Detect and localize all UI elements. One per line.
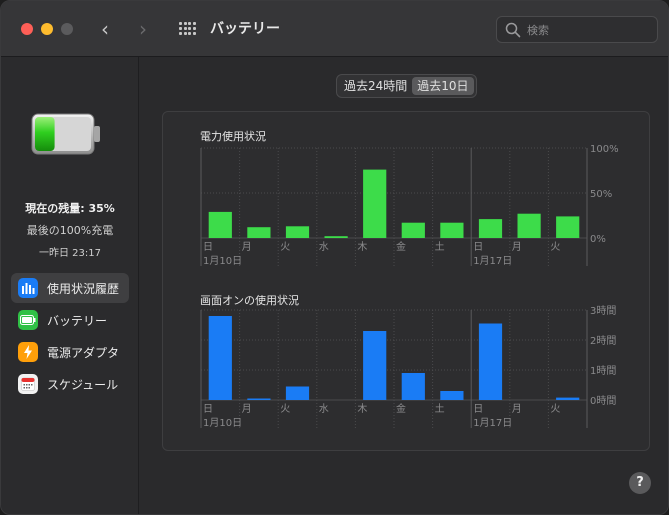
titlebar: ‹ › バッテリー xyxy=(1,1,668,57)
current-charge-label: 現在の残量: 35% xyxy=(25,202,115,215)
bar xyxy=(440,222,464,238)
y-tick-label: 0% xyxy=(590,234,606,245)
y-tick-label: 0時間 xyxy=(590,395,616,407)
y-tick-label: 1時間 xyxy=(590,365,616,377)
battery-level-icon xyxy=(31,113,100,155)
forward-button[interactable]: › xyxy=(139,17,147,41)
bolt-icon xyxy=(18,342,38,362)
bar xyxy=(285,386,310,400)
bar xyxy=(247,398,271,400)
y-tick-label: 100% xyxy=(590,144,619,155)
battery-fill xyxy=(35,117,55,151)
back-button[interactable]: ‹ xyxy=(101,17,109,41)
date-label: 1月17日 xyxy=(473,255,512,267)
x-tick-label: 日 xyxy=(473,242,483,253)
bar xyxy=(478,323,503,400)
bar xyxy=(478,219,503,238)
battery-icon xyxy=(18,310,38,330)
bar xyxy=(556,397,580,400)
bar xyxy=(440,391,464,400)
main-pane: 過去24時間 過去10日 電力使用状況 画面オンの使用状況 0% 50% 100% 日… xyxy=(140,57,668,514)
calendar-icon xyxy=(18,374,38,394)
bar xyxy=(517,213,541,238)
x-tick-label: 金 xyxy=(396,402,406,415)
x-tick-label: 火 xyxy=(280,403,290,415)
segment-last-10-days[interactable]: 過去10日 xyxy=(412,77,474,95)
search-input[interactable] xyxy=(527,21,647,39)
close-window-button[interactable] xyxy=(21,23,33,35)
y-tick-label: 50% xyxy=(590,189,612,200)
minimize-window-button[interactable] xyxy=(41,23,53,35)
bar xyxy=(324,236,348,238)
y-tick-label: 2時間 xyxy=(590,335,616,347)
x-tick-label: 土 xyxy=(435,402,445,415)
x-tick-label: 月 xyxy=(512,403,522,415)
preferences-window: ‹ › バッテリー 検索 現在の残量: 35% 最後の100%充電 一昨日 23… xyxy=(0,0,669,515)
x-tick-label: 木 xyxy=(357,403,367,415)
bar xyxy=(247,227,271,238)
bar xyxy=(401,373,425,400)
bar xyxy=(401,222,425,238)
x-tick-label: 月 xyxy=(242,403,252,415)
bar xyxy=(208,211,232,238)
sidebar: 現在の残量: 35% 最後の100%充電 一昨日 23:17 使用状況履歴 バッ… xyxy=(1,57,139,514)
charge-info: 現在の残量: 35% 最後の100%充電 一昨日 23:17 xyxy=(1,200,139,259)
x-tick-label: 金 xyxy=(396,240,406,253)
search-icon xyxy=(505,22,521,38)
date-label: 1月17日 xyxy=(473,417,512,429)
sidebar-item-label: スケジュール xyxy=(47,377,119,392)
x-tick-label: 日 xyxy=(473,404,483,415)
y-tick-label: 3時間 xyxy=(590,305,616,317)
x-tick-label: 木 xyxy=(357,241,367,253)
x-tick-label: 水 xyxy=(319,241,329,253)
sidebar-item-power-adapter[interactable]: 電源アダプタ xyxy=(11,337,129,367)
last-full-charge-label: 最後の100%充電 xyxy=(26,224,114,237)
bar xyxy=(285,226,310,238)
time-range-segmented-control: 過去24時間 過去10日 xyxy=(336,74,477,98)
sidebar-item-schedule[interactable]: スケジュール xyxy=(11,369,129,399)
bar-chart-icon xyxy=(18,278,38,298)
window-title: バッテリー xyxy=(210,21,280,37)
x-tick-label: 火 xyxy=(550,403,560,415)
bar xyxy=(208,316,232,400)
help-button[interactable]: ? xyxy=(629,472,651,494)
search-box[interactable] xyxy=(496,16,658,43)
sidebar-item-battery[interactable]: バッテリー xyxy=(11,305,129,335)
bar xyxy=(363,169,387,238)
show-all-grid-icon[interactable] xyxy=(179,22,196,36)
x-tick-label: 火 xyxy=(550,241,560,253)
charts-panel: 電力使用状況 画面オンの使用状況 0% 50% 100% 日月火水木金土日月火 1月10… xyxy=(162,111,650,451)
x-tick-label: 日 xyxy=(203,404,213,415)
sidebar-item-label: 使用状況履歴 xyxy=(47,281,120,296)
x-tick-label: 日 xyxy=(203,242,213,253)
x-tick-label: 月 xyxy=(242,241,252,253)
x-tick-label: 水 xyxy=(319,403,329,415)
bar xyxy=(556,216,580,238)
date-label: 1月10日 xyxy=(203,255,242,267)
date-label: 1月10日 xyxy=(203,417,242,429)
zoom-window-button[interactable] xyxy=(61,23,73,35)
sidebar-item-label: バッテリー xyxy=(47,313,108,328)
x-tick-label: 月 xyxy=(512,241,522,253)
last-full-charge-time: 一昨日 23:17 xyxy=(39,248,101,259)
x-tick-label: 火 xyxy=(280,241,290,253)
x-tick-label: 土 xyxy=(435,240,445,253)
sidebar-item-label: 電源アダプタ xyxy=(47,345,120,360)
sidebar-item-usage-history[interactable]: 使用状況履歴 xyxy=(11,273,129,303)
bar xyxy=(363,331,387,400)
segment-last-24-hours[interactable]: 過去24時間 xyxy=(339,77,412,95)
usage-charts-svg: 0%50%100%日月火水木金土日月火1月10日 1月17日0時間1時間2時間3時… xyxy=(200,144,619,429)
